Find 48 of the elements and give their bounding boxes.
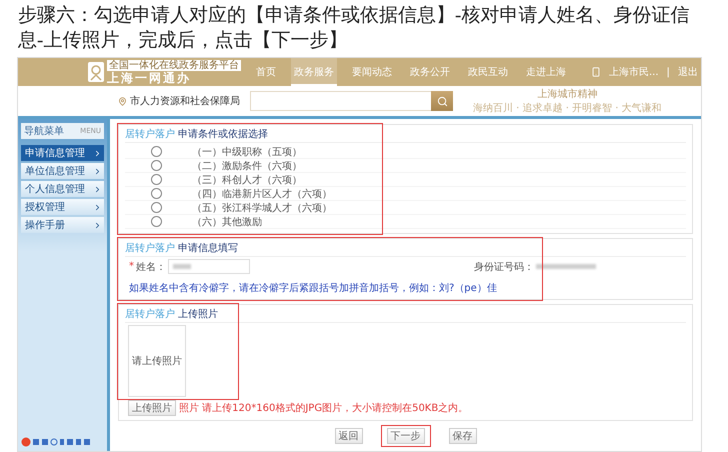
option-label: （五）张江科学城人才（六项） xyxy=(192,202,332,214)
search-icon xyxy=(436,96,448,106)
radio-button[interactable] xyxy=(151,202,162,213)
section-title: 居转户落户 申请条件或依据选择 xyxy=(125,127,686,143)
sidebar-item[interactable]: 单位信息管理 xyxy=(21,163,104,179)
radio-button[interactable] xyxy=(151,160,162,171)
sidebar-title: 导航菜单 xyxy=(24,124,64,138)
photo-note: 照片 请上传120*160格式的JPG图片，大小请控制在50KB之内。 xyxy=(179,402,468,415)
field-label: 姓名： xyxy=(136,260,166,274)
phone-icon[interactable] xyxy=(591,67,601,77)
instruction-text: 步骤六：勾选申请人对应的【申请条件或依据信息】-核对申请人姓名、身份证信息-上传照片，完成后，点击【下一步】 xyxy=(17,4,690,53)
section-title: 居转户落户 上传照片 xyxy=(125,307,686,323)
field-label: 身份证号码： xyxy=(474,260,534,274)
platform-label: 全国一体化在线政务服务平台 xyxy=(107,60,241,70)
spirit-title: 上海城市精神 xyxy=(537,88,598,101)
input-toolbar-drawing[interactable] xyxy=(21,437,91,447)
sidebar-item[interactable]: 个人信息管理 xyxy=(21,181,104,197)
photo-placeholder[interactable]: 请上传照片 xyxy=(128,325,186,397)
location-icon xyxy=(118,96,127,106)
form-button[interactable]: 返回 xyxy=(334,428,362,444)
placeholder-text: 请上传照片 xyxy=(132,354,182,368)
option-label: （四）临港新片区人才（六项） xyxy=(192,188,332,200)
redacted-value xyxy=(536,264,596,269)
radio-button[interactable] xyxy=(151,174,162,185)
sidebar-item[interactable]: 申请信息管理 xyxy=(21,145,104,161)
section-title: 居转户落户 申请信息填写 xyxy=(125,241,686,257)
separator: | xyxy=(666,66,670,78)
department-label: 市人力资源和社会保障局 xyxy=(130,94,240,108)
search-button[interactable] xyxy=(431,91,453,111)
form-button[interactable]: 下一步 xyxy=(386,428,424,444)
radio-button[interactable] xyxy=(151,216,162,227)
sidebar-item[interactable]: 操作手册 xyxy=(21,217,104,233)
logo-icon xyxy=(88,62,104,82)
radio-button[interactable] xyxy=(151,188,162,199)
option-label: （三）科创人才（六项） xyxy=(192,174,302,186)
required-mark: * xyxy=(129,261,134,272)
option-label: （六）其他激励 xyxy=(192,216,262,228)
name-field[interactable] xyxy=(168,259,250,274)
option-label: （一）中级职称（五项） xyxy=(192,146,302,158)
form-button[interactable]: 保存 xyxy=(448,428,476,444)
radio-button[interactable] xyxy=(151,146,162,157)
spirit-words: 海纳百川 · 追求卓越 · 开明睿智 · 大气谦和 xyxy=(473,102,662,115)
hint-text: 如果姓名中含有冷僻字，请在冷僻字后紧跟括号加拼音加括号，例如：刘?（pe）佳 xyxy=(129,283,497,294)
option-label: （二）激励条件（六项） xyxy=(192,160,302,172)
search-field[interactable] xyxy=(250,91,431,111)
logo-text: 上海一网通办 xyxy=(107,70,192,84)
upload-button[interactable]: 上传照片 xyxy=(128,400,176,416)
sidebar-item[interactable]: 授权管理 xyxy=(21,199,104,215)
